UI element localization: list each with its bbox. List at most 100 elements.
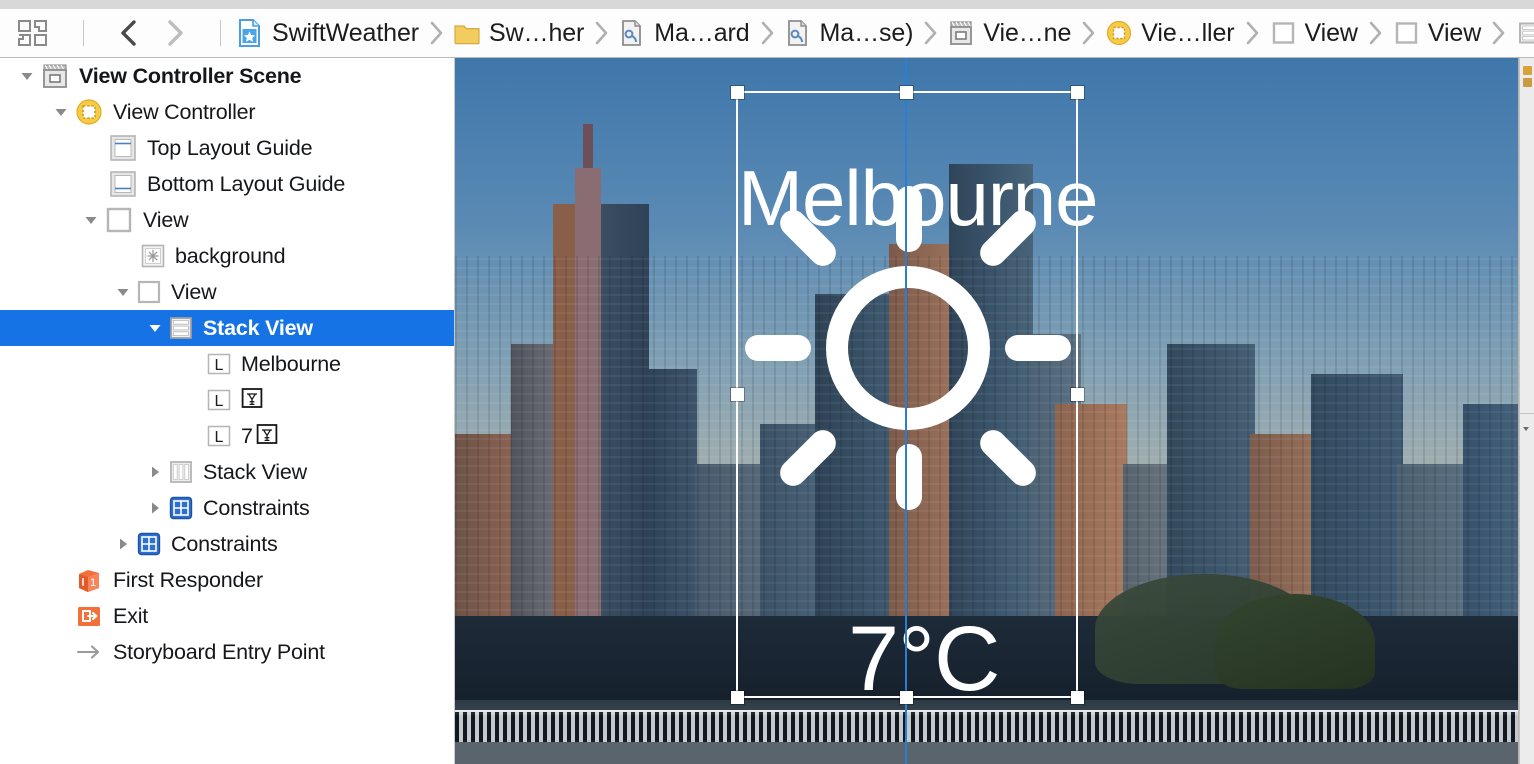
disclosure-triangle-down-icon[interactable] — [48, 94, 74, 130]
jump-bar: SwiftWeather Sw…her Ma…ard Ma…se) Vie…ne… — [0, 0, 1534, 58]
selection-handle-top-left[interactable] — [731, 86, 744, 99]
grid-view-icon[interactable] — [18, 20, 48, 46]
outline-row-label: View Controller Scene — [79, 63, 302, 88]
project-document-icon — [236, 18, 264, 48]
top-layout-guide-icon — [108, 133, 138, 163]
selection-handle-top-center[interactable] — [900, 86, 913, 99]
label-icon: L — [206, 387, 232, 413]
disclosure-triangle-right-icon[interactable] — [142, 490, 168, 526]
breadcrumb-item-group[interactable]: Sw…her — [451, 9, 586, 58]
breadcrumb-item-view-controller[interactable]: Vie…ller — [1103, 9, 1236, 58]
outline-row-label: View — [143, 207, 189, 232]
outline-row-constraints-inner[interactable]: Constraints — [0, 490, 455, 526]
outline-row-label-melbourne[interactable]: L Melbourne — [0, 346, 455, 382]
outline-row-label-prefix: 7 — [241, 423, 253, 448]
disclosure-triangle-down-icon[interactable] — [14, 58, 40, 94]
breadcrumb-separator-icon — [1487, 18, 1509, 48]
disclosure-triangle-down-icon[interactable] — [110, 274, 136, 310]
svg-text:L: L — [215, 429, 224, 446]
breadcrumb-item-scene[interactable]: Vie…ne — [945, 9, 1073, 58]
bridge-railing — [455, 712, 1519, 742]
breadcrumb-item-project[interactable]: SwiftWeather — [234, 9, 421, 58]
missing-glyph-box-icon — [241, 386, 263, 415]
view-icon — [136, 279, 162, 305]
outline-row-label: Stack View — [203, 315, 313, 340]
outline-row-view-controller[interactable]: View Controller — [0, 94, 455, 130]
disclosure-triangle-down-icon[interactable] — [78, 202, 104, 238]
outline-row-stack-view-horizontal[interactable]: Stack View — [0, 454, 455, 490]
outline-row-view-controller-scene[interactable]: View Controller Scene — [0, 58, 455, 94]
outline-row-label: Bottom Layout Guide — [147, 171, 346, 196]
outline-row-view-root[interactable]: View — [0, 202, 455, 238]
back-button[interactable] — [119, 18, 141, 48]
breadcrumb-separator-icon — [425, 18, 447, 48]
scene-icon — [947, 18, 975, 48]
utilities-inspector-panel[interactable] — [1519, 58, 1534, 764]
view-icon — [104, 205, 134, 235]
toolbar-divider-2 — [220, 20, 221, 46]
forward-button[interactable] — [163, 18, 185, 48]
bottom-layout-guide-icon — [108, 169, 138, 199]
disclosure-triangle-right-icon[interactable] — [110, 526, 136, 562]
selection-handle-bottom-center[interactable] — [900, 691, 913, 704]
outline-row-exit[interactable]: Exit — [0, 598, 455, 634]
stack-view-icon — [1515, 18, 1534, 48]
outline-row-constraints-outer[interactable]: Constraints — [0, 526, 455, 562]
breadcrumb-label: Sw…her — [489, 18, 585, 47]
label-icon: L — [206, 351, 232, 377]
breadcrumb-label: Ma…se) — [819, 18, 914, 47]
selection-handle-bottom-left[interactable] — [731, 691, 744, 704]
breadcrumb-label: Ma…ard — [654, 18, 750, 47]
outline-row-stack-view-selected[interactable]: Stack View — [0, 310, 455, 346]
outline-row-label: First Responder — [113, 567, 263, 592]
disclosure-triangle-down-icon[interactable] — [142, 310, 168, 346]
tree-cluster-2 — [1215, 594, 1375, 689]
breadcrumb-item-storyboard-base[interactable]: Ma…se) — [782, 9, 916, 58]
disclosure-triangle-right-icon[interactable] — [142, 454, 168, 490]
breadcrumb-item-view-inner[interactable]: View — [1390, 9, 1483, 58]
selection-handle-top-right[interactable] — [1071, 86, 1084, 99]
inspector-icon-top[interactable] — [1523, 66, 1532, 75]
breadcrumb-label: SwiftWeather — [272, 18, 420, 47]
image-view-icon — [140, 243, 166, 269]
svg-text:1: 1 — [90, 577, 96, 589]
jump-bar-nav-group — [4, 18, 234, 48]
outline-row-label-missing-glyph[interactable]: L — [0, 382, 455, 418]
stack-view-icon — [168, 315, 194, 341]
outline-row-label: Stack View — [203, 459, 307, 484]
outline-row-storyboard-entry-point[interactable]: Storyboard Entry Point — [0, 634, 455, 670]
scene-icon — [40, 61, 70, 91]
outline-row-view-inner[interactable]: View — [0, 274, 455, 310]
breadcrumb-item-stack-view[interactable]: Stack View — [1513, 9, 1534, 58]
outline-row-background-image[interactable]: background — [0, 238, 455, 274]
svg-text:L: L — [215, 357, 224, 374]
outline-row-top-layout-guide[interactable]: Top Layout Guide — [0, 130, 455, 166]
breadcrumb-label: Vie…ne — [983, 18, 1072, 47]
inspector-disclosure-icon[interactable] — [1522, 420, 1530, 431]
view-controller-icon — [1105, 18, 1133, 48]
outline-row-label: Exit — [113, 603, 149, 628]
outline-row-first-responder[interactable]: 1 First Responder — [0, 562, 455, 598]
selection-bounding-box[interactable] — [736, 91, 1078, 698]
outline-row-label: Constraints — [171, 531, 278, 556]
inspector-icon-second[interactable] — [1523, 78, 1532, 87]
outline-row-label: Constraints — [203, 495, 310, 520]
outline-row-bottom-layout-guide[interactable]: Bottom Layout Guide — [0, 166, 455, 202]
interface-builder-canvas[interactable]: Melbourne 7°C — [455, 58, 1519, 764]
document-outline[interactable]: View Controller Scene View Controller To… — [0, 58, 455, 764]
selection-handle-middle-right[interactable] — [1071, 388, 1084, 401]
outline-row-label: View Controller — [113, 99, 256, 124]
breadcrumb-label: Vie…ller — [1141, 18, 1235, 47]
breadcrumb-separator-icon — [590, 18, 612, 48]
toolbar-divider-1 — [83, 20, 84, 46]
stack-view-horizontal-icon — [168, 459, 194, 485]
inspector-section-divider — [1520, 413, 1534, 414]
selection-handle-bottom-right[interactable] — [1071, 691, 1084, 704]
breadcrumb-item-storyboard[interactable]: Ma…ard — [616, 9, 751, 58]
outline-row-label: Storyboard Entry Point — [113, 639, 325, 664]
breadcrumb-item-view-outer[interactable]: View — [1267, 9, 1360, 58]
outline-row-label: Melbourne — [241, 351, 341, 376]
selection-handle-middle-left[interactable] — [731, 388, 744, 401]
breadcrumb-separator-icon — [919, 18, 941, 48]
outline-row-label-temperature[interactable]: L 7 — [0, 418, 455, 454]
